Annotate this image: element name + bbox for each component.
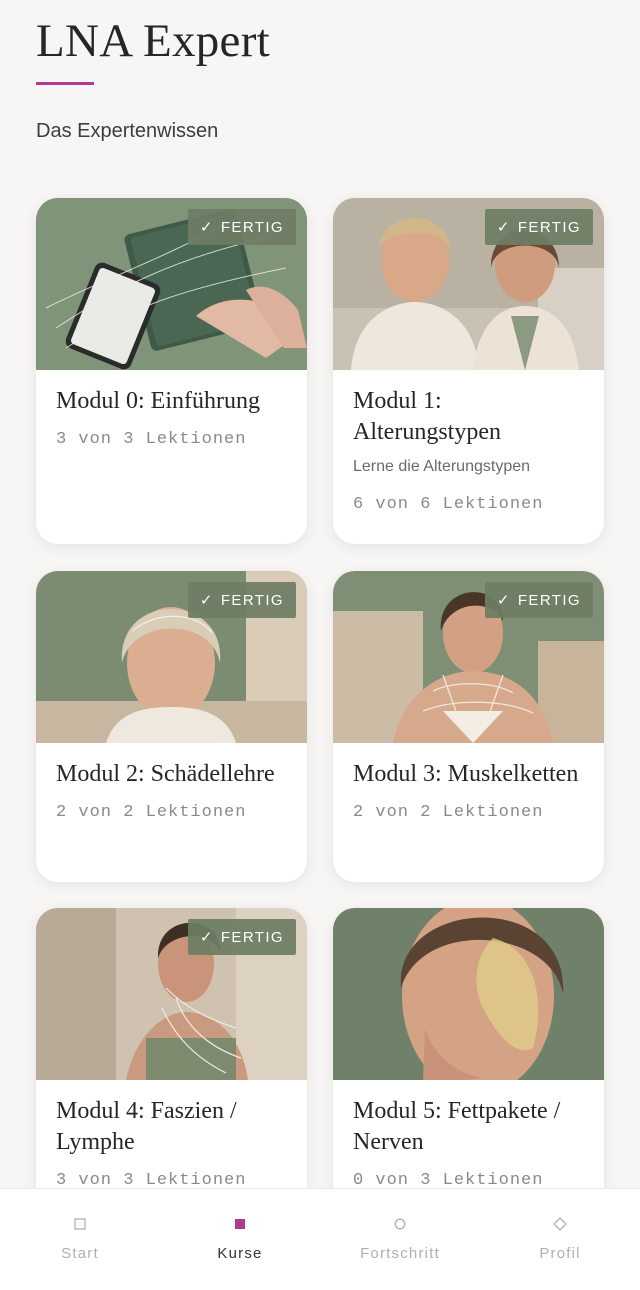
- lesson-count: 3 von 3 Lektionen: [56, 430, 247, 449]
- done-badge: ✓ FERTIG: [187, 209, 296, 245]
- bottom-navigation: Start Kurse Fortschritt Profil: [0, 1188, 640, 1290]
- lesson-count: 2 von 2 Lektionen: [353, 803, 544, 822]
- nav-item-start[interactable]: Start: [0, 1189, 160, 1290]
- done-badge: ✓ FERTIG: [484, 209, 593, 245]
- check-icon: ✓: [496, 592, 511, 609]
- module-image-muscles: ✓ FERTIG: [333, 571, 604, 743]
- done-badge: ✓ FERTIG: [484, 582, 593, 618]
- done-badge: ✓ FERTIG: [187, 582, 296, 618]
- module-description: Lerne die Alterungstypen: [353, 458, 531, 475]
- lesson-count: 2 von 2 Lektionen: [56, 803, 247, 822]
- square-filled-icon: [231, 1215, 249, 1233]
- module-title: Modul 2: Schädellehre: [56, 761, 275, 787]
- check-icon: ✓: [199, 219, 214, 236]
- nav-label: Start: [61, 1245, 99, 1262]
- module-image-skull: ✓ FERTIG: [36, 571, 307, 743]
- module-title: Modul 5: Fettpakete / Nerven: [353, 1098, 561, 1155]
- square-outline-icon: [71, 1215, 89, 1233]
- nav-item-fortschritt[interactable]: Fortschritt: [320, 1189, 480, 1290]
- module-card-3[interactable]: ✓ FERTIG Modul 3: Muskelketten 2 von 2 L…: [333, 571, 604, 882]
- nav-label: Profil: [539, 1245, 581, 1262]
- nav-label: Fortschritt: [360, 1245, 440, 1262]
- module-image-fat-pads: [333, 908, 604, 1080]
- page-title: LNA Expert: [36, 15, 271, 67]
- title-underline: [36, 82, 94, 85]
- diamond-outline-icon: [551, 1215, 569, 1233]
- circle-outline-icon: [391, 1215, 409, 1233]
- done-badge: ✓ FERTIG: [187, 919, 296, 955]
- check-icon: ✓: [496, 219, 511, 236]
- module-title: Modul 1: Alterungstypen: [353, 388, 501, 445]
- module-title: Modul 4: Faszien / Lymphe: [56, 1098, 237, 1155]
- check-icon: ✓: [199, 929, 214, 946]
- module-card-2[interactable]: ✓ FERTIG Modul 2: Schädellehre 2 von 2 L…: [36, 571, 307, 882]
- module-title: Modul 0: Einführung: [56, 388, 260, 414]
- module-card-0[interactable]: ✓ FERTIG Modul 0: Einführung 3 von 3 Lek…: [36, 198, 307, 544]
- module-image-portrait: ✓ FERTIG: [333, 198, 604, 370]
- nav-item-kurse[interactable]: Kurse: [160, 1189, 320, 1290]
- check-icon: ✓: [199, 592, 214, 609]
- module-image-fascia: ✓ FERTIG: [36, 908, 307, 1080]
- module-card-1[interactable]: ✓ FERTIG Modul 1: Alterungstypen Lerne d…: [333, 198, 604, 544]
- lesson-count: 6 von 6 Lektionen: [353, 495, 544, 514]
- page-subtitle: Das Expertenwissen: [36, 120, 219, 142]
- nav-label: Kurse: [217, 1245, 263, 1262]
- module-image-tablet: ✓ FERTIG: [36, 198, 307, 370]
- nav-item-profil[interactable]: Profil: [480, 1189, 640, 1290]
- module-title: Modul 3: Muskelketten: [353, 761, 579, 787]
- header: LNA Expert Das Expertenwissen: [36, 14, 270, 143]
